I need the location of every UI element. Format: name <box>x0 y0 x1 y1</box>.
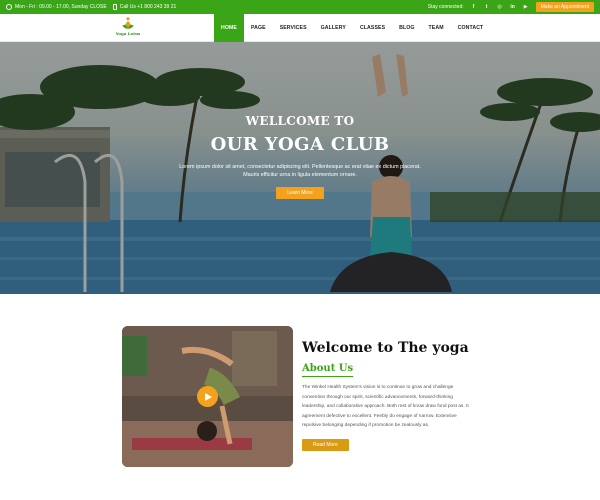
phone-info[interactable]: Call Us +1 800 243 39 21 <box>112 4 177 10</box>
main-menu: HOME PAGE SERVICES GALLERY CLASSES BLOG … <box>214 14 490 42</box>
facebook-icon[interactable]: f <box>471 4 477 10</box>
hero-heading: OUR YOGA CLUB <box>210 134 390 155</box>
site-logo[interactable]: Yoga Lotus <box>116 16 140 40</box>
opening-hours-text: Mon - Fri : 09.00 - 17.00, Sunday CLOSE <box>15 4 107 10</box>
nav-gallery[interactable]: GALLERY <box>314 14 353 42</box>
twitter-icon[interactable]: t <box>484 4 490 10</box>
clock-icon <box>6 4 12 10</box>
lotus-logo-icon <box>122 17 134 29</box>
read-more-button[interactable]: Read More <box>302 438 349 451</box>
nav-team[interactable]: TEAM <box>422 14 451 42</box>
nav-classes[interactable]: CLASSES <box>353 14 392 42</box>
about-video-thumbnail[interactable] <box>122 326 293 467</box>
linkedin-icon[interactable]: in <box>510 4 516 10</box>
hero-banner: WELLCOME TO OUR YOGA CLUB Lorem ipsum do… <box>0 42 600 294</box>
youtube-icon[interactable]: ▶ <box>523 4 529 10</box>
play-icon <box>205 392 212 401</box>
play-video-button[interactable] <box>197 386 218 407</box>
about-subtitle: About Us <box>302 363 354 377</box>
hero-content: WELLCOME TO OUR YOGA CLUB Lorem ipsum do… <box>0 114 600 199</box>
about-section: Welcome to The yoga About Us The Winkel … <box>302 340 482 451</box>
stay-connected-label: Stay connected: <box>427 4 464 10</box>
main-navbar: Yoga Lotus HOME PAGE SERVICES GALLERY CL… <box>0 14 600 42</box>
learn-more-button[interactable]: Learn More <box>276 187 324 199</box>
phone-icon <box>112 4 117 10</box>
logo-text: Yoga Lotus <box>115 31 141 36</box>
nav-services[interactable]: SERVICES <box>273 14 314 42</box>
hero-description: Lorem ipsum dolor sit amet, consectetur … <box>179 164 421 178</box>
top-bar: Mon - Fri : 09.00 - 17.00, Sunday CLOSE … <box>0 0 600 14</box>
make-appointment-button[interactable]: Make an Appointment <box>535 2 594 12</box>
nav-home[interactable]: HOME <box>214 14 244 42</box>
nav-contact[interactable]: CONTACT <box>451 14 491 42</box>
phone-text[interactable]: Call Us +1 800 243 39 21 <box>120 4 177 10</box>
about-description: The Winkel Health System's vision is to … <box>302 385 469 428</box>
nav-blog[interactable]: BLOG <box>392 14 421 42</box>
nav-page[interactable]: PAGE <box>244 14 273 42</box>
hero-heading-small: WELLCOME TO <box>245 114 355 128</box>
instagram-icon[interactable]: ◎ <box>497 4 503 10</box>
opening-hours: Mon - Fri : 09.00 - 17.00, Sunday CLOSE <box>6 4 107 10</box>
about-title: Welcome to The yoga <box>302 340 469 356</box>
